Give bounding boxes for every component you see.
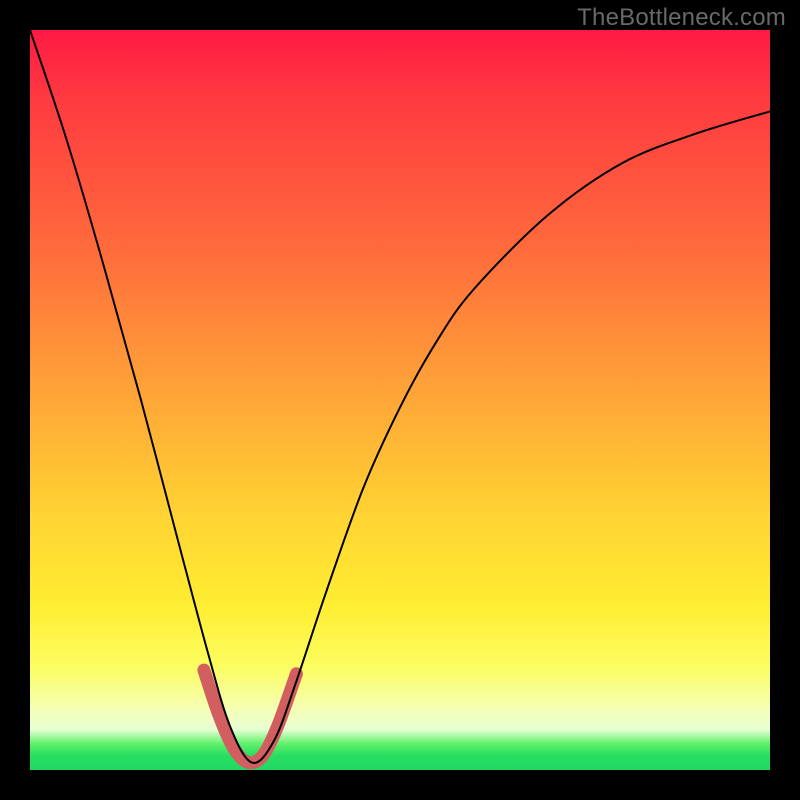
optimal-band-marker — [204, 670, 297, 763]
watermark-text: TheBottleneck.com — [577, 4, 786, 32]
bottleneck-curve — [30, 30, 770, 763]
plot-area — [30, 30, 770, 770]
chart-frame: TheBottleneck.com — [0, 0, 800, 800]
curve-layer — [30, 30, 770, 770]
